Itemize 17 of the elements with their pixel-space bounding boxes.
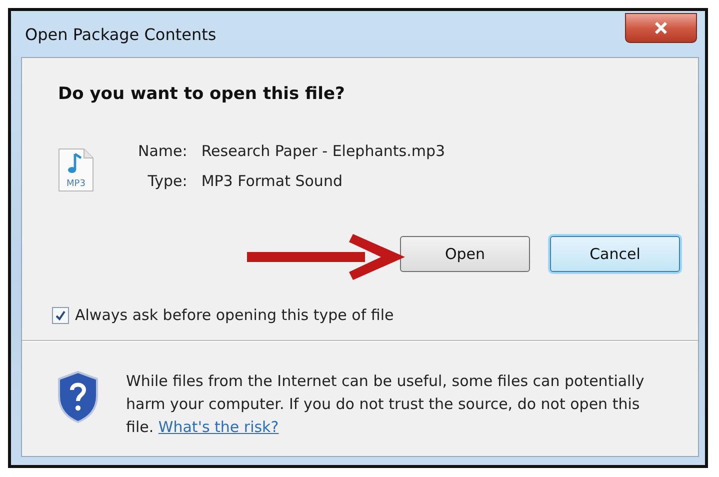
field-label: Name:	[138, 142, 188, 162]
field-value: MP3 Format Sound	[201, 172, 344, 192]
dialog-question: Do you want to open this file?	[58, 84, 346, 104]
shield-question-icon	[56, 370, 100, 424]
audio-file-icon: MP3	[56, 148, 96, 192]
window-title: Open Package Contents	[25, 24, 216, 44]
checkbox[interactable]	[52, 306, 69, 324]
warning-text: While files from the Internet can be useful, some files can potentially harm your computer. If you do not trust the source, do not open this file. What's the risk?	[126, 371, 646, 438]
risk-link[interactable]: What's the risk?	[158, 418, 279, 436]
checkbox-label: Always ask before opening this type of file	[75, 306, 394, 324]
cancel-button[interactable]: Cancel	[550, 236, 680, 272]
checkmark-icon	[55, 310, 66, 320]
field-value: Research Paper - Elephants.mp3	[201, 142, 446, 162]
field-label: Type:	[146, 172, 188, 192]
close-icon	[654, 22, 668, 34]
close-button[interactable]	[625, 13, 697, 43]
open-button[interactable]: Open	[400, 236, 530, 272]
